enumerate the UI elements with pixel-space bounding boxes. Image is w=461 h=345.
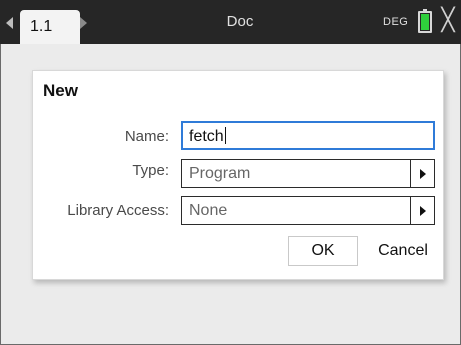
name-label: Name: (124, 128, 169, 145)
text-caret (224, 127, 226, 144)
battery-icon (418, 9, 432, 33)
new-dialog: New Name: fetch Type: Program Library Ac… (32, 70, 444, 280)
battery-level (421, 14, 429, 30)
library-dropdown-arrow-icon[interactable] (410, 197, 434, 224)
name-value: fetch (189, 128, 224, 145)
name-input[interactable]: fetch (181, 121, 435, 150)
name-value-wrapper: fetch (189, 127, 226, 146)
document-title: Doc (226, 13, 254, 30)
cancel-button[interactable]: Cancel (368, 236, 438, 266)
library-access-select[interactable]: None (181, 196, 435, 225)
type-value: Program (189, 165, 251, 182)
title-bar: 1.1 Doc DEG ╳ (0, 0, 461, 44)
type-dropdown-arrow-icon[interactable] (410, 160, 434, 187)
dialog-title: New (43, 81, 78, 100)
tab-page[interactable]: 1.1 (20, 10, 80, 44)
library-access-label: Library Access: (67, 202, 169, 219)
angle-mode-indicator: DEG (383, 16, 409, 28)
ok-button[interactable]: OK (288, 236, 358, 266)
type-select[interactable]: Program (181, 159, 435, 188)
tab-right-arrow-icon[interactable] (80, 17, 87, 29)
library-access-value: None (189, 202, 228, 219)
tab-left-arrow-icon[interactable] (6, 17, 13, 29)
close-icon[interactable]: ╳ (438, 9, 458, 31)
type-label: Type: (132, 162, 169, 179)
